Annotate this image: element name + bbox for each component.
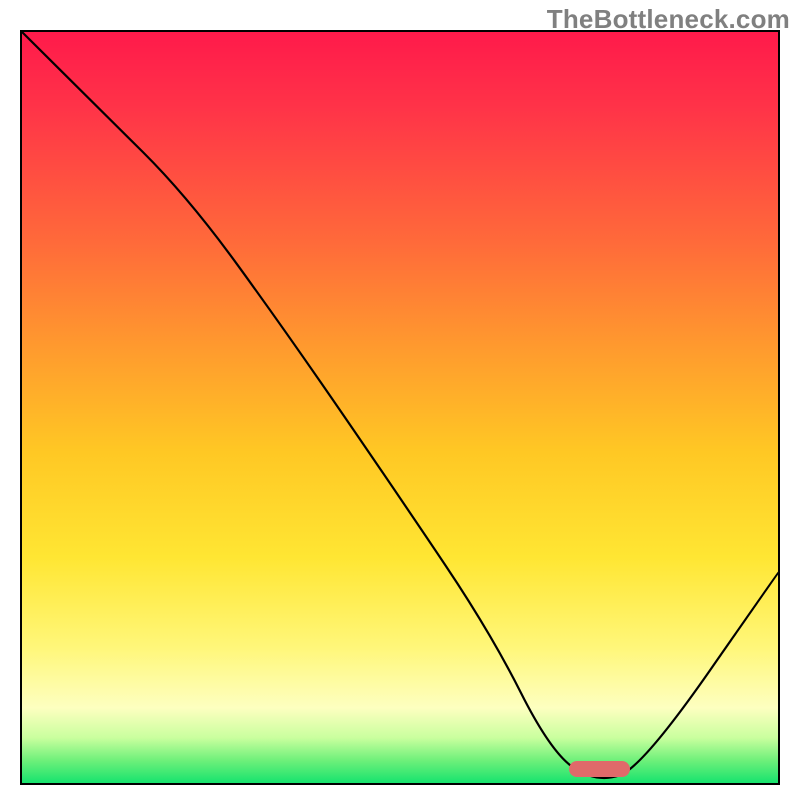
plot-area (20, 30, 780, 785)
chart-canvas: TheBottleneck.com (0, 0, 800, 800)
optimum-marker (569, 761, 630, 777)
heat-gradient (22, 32, 778, 783)
